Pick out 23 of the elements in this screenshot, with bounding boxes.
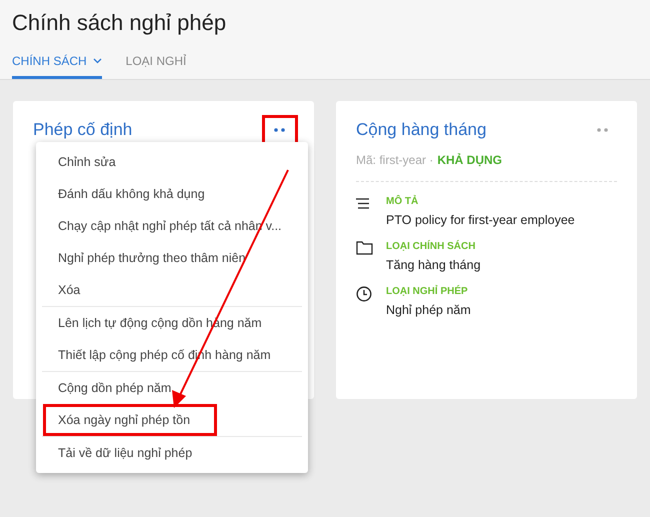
card-title: Cộng hàng tháng	[356, 120, 486, 140]
menu-item[interactable]: Cộng dồn phép năm	[42, 372, 302, 404]
field-value: Tăng hàng tháng	[386, 258, 481, 272]
card-title: Phép cố định	[33, 120, 132, 140]
menu-item[interactable]: Xóa ngày nghỉ phép tồn	[43, 404, 217, 436]
field-label: MÔ TẢ	[386, 196, 420, 207]
status-label: KHẢ DỤNG	[437, 153, 502, 167]
more-icon	[274, 128, 286, 132]
policy-code: Mã: first-year ·	[356, 153, 434, 167]
field-value: PTO policy for first-year employee	[386, 213, 575, 227]
page-title: Chính sách nghỉ phép	[12, 9, 228, 37]
folder-icon	[356, 241, 373, 255]
lines-icon	[356, 198, 370, 209]
menu-item[interactable]: Chỉnh sửa	[42, 146, 302, 178]
tab[interactable]: CHÍNH SÁCH	[12, 46, 102, 79]
field-label: LOẠI CHÍNH SÁCH	[386, 241, 476, 252]
menu-item[interactable]: Đánh dấu không khả dụng	[42, 178, 302, 210]
clock-icon	[356, 286, 372, 302]
field-value: Nghỉ phép năm	[386, 303, 471, 317]
field-label: LOẠI NGHỈ PHÉP	[386, 286, 469, 297]
menu-item[interactable]: Xóa	[42, 274, 302, 306]
menu-item[interactable]: Tải về dữ liệu nghỉ phép	[42, 437, 302, 469]
more-icon	[597, 128, 609, 132]
